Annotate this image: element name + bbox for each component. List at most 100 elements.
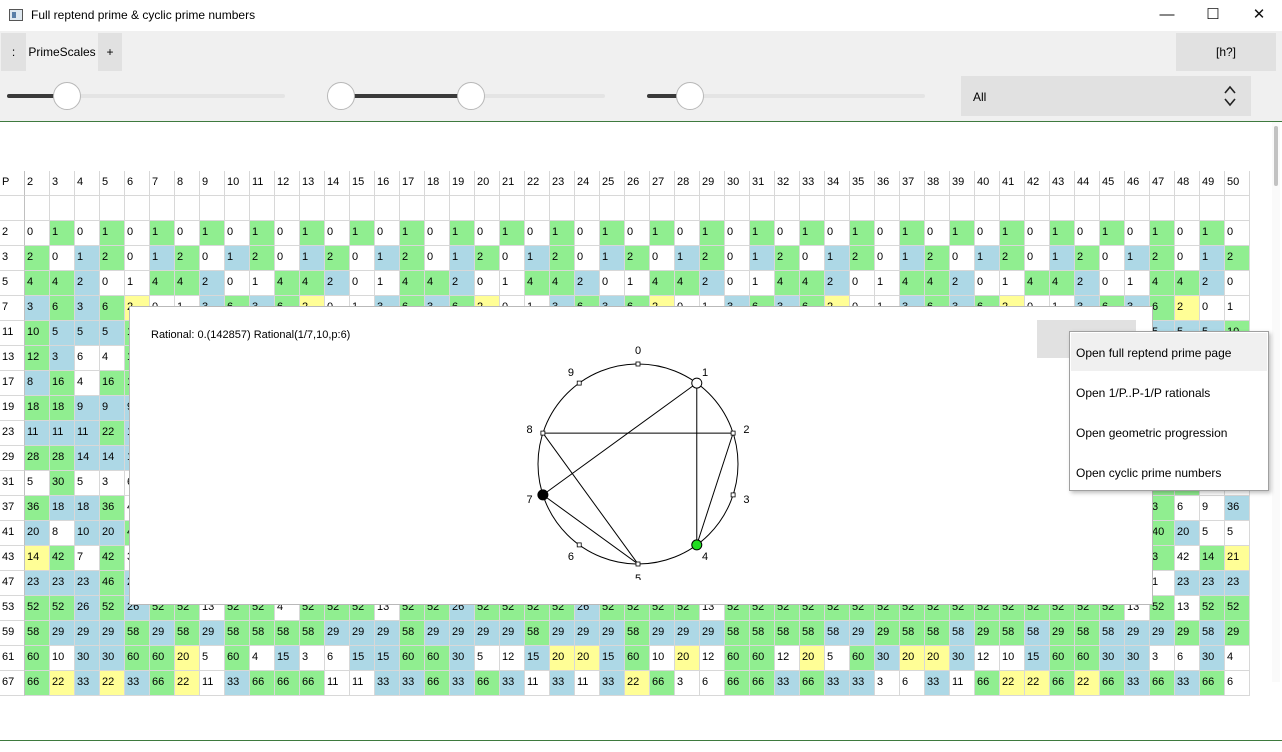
grid-header-base[interactable]: 6 <box>125 171 150 196</box>
grid-header-base[interactable]: 3 <box>50 171 75 196</box>
grid-cell[interactable]: 33 <box>500 671 525 696</box>
grid-cell[interactable]: 29 <box>1225 621 1250 646</box>
grid-separator-cell[interactable] <box>475 196 500 221</box>
grid-cell[interactable]: 18 <box>75 496 100 521</box>
grid-cell[interactable]: 66 <box>425 671 450 696</box>
grid-cell[interactable]: 1 <box>375 246 400 271</box>
grid-cell[interactable]: 20 <box>25 521 50 546</box>
grid-cell[interactable]: 20 <box>575 646 600 671</box>
grid-cell[interactable]: 29 <box>75 621 100 646</box>
grid-separator-cell[interactable] <box>1150 196 1175 221</box>
grid-cell[interactable]: 23 <box>1225 571 1250 596</box>
grid-cell[interactable]: 2 <box>250 246 275 271</box>
grid-cell[interactable]: 14 <box>1200 546 1225 571</box>
grid-cell[interactable]: 1 <box>450 221 475 246</box>
grid-cell[interactable]: 66 <box>1200 671 1225 696</box>
grid-separator-cell[interactable] <box>900 196 925 221</box>
grid-cell[interactable]: 20 <box>550 646 575 671</box>
grid-cell[interactable]: 2 <box>700 271 725 296</box>
add-tab-button[interactable]: + <box>98 33 122 71</box>
grid-cell[interactable]: 0 <box>200 246 225 271</box>
grid-cell[interactable]: 33 <box>125 671 150 696</box>
grid-cell[interactable]: 12 <box>25 346 50 371</box>
grid-cell[interactable]: 1 <box>500 271 525 296</box>
grid-header-base[interactable]: 44 <box>1075 171 1100 196</box>
slider-1-handle[interactable] <box>53 82 81 110</box>
grid-cell[interactable]: 20 <box>800 646 825 671</box>
grid-cell[interactable]: 0 <box>725 246 750 271</box>
grid-header-base[interactable]: 50 <box>1225 171 1250 196</box>
grid-cell[interactable]: 1 <box>400 221 425 246</box>
grid-cell[interactable]: 18 <box>50 396 75 421</box>
grid-separator-cell[interactable] <box>1075 196 1100 221</box>
grid-cell[interactable]: 6 <box>1175 496 1200 521</box>
grid-cell[interactable]: 0 <box>1100 271 1125 296</box>
grid-header-base[interactable]: 47 <box>1150 171 1175 196</box>
grid-cell[interactable]: 60 <box>150 646 175 671</box>
slider-2-low-handle[interactable] <box>327 82 355 110</box>
grid-cell[interactable]: 60 <box>225 646 250 671</box>
grid-cell[interactable]: 29 <box>50 621 75 646</box>
grid-separator-cell[interactable] <box>250 196 275 221</box>
grid-header-base[interactable]: 39 <box>950 171 975 196</box>
grid-cell[interactable]: 0 <box>500 246 525 271</box>
grid-cell[interactable]: 10 <box>25 321 50 346</box>
grid-cell[interactable]: 2 <box>925 246 950 271</box>
grid-cell[interactable]: 2 <box>1200 271 1225 296</box>
help-button[interactable]: [h?] <box>1176 33 1276 71</box>
grid-cell[interactable]: 0 <box>725 221 750 246</box>
grid-cell[interactable]: 0 <box>1125 221 1150 246</box>
grid-cell[interactable]: 2 <box>325 271 350 296</box>
filter-select[interactable]: All <box>961 76 1251 116</box>
grid-header-base[interactable]: 9 <box>200 171 225 196</box>
grid-cell[interactable]: 2 <box>1225 246 1250 271</box>
grid-cell[interactable]: 46 <box>100 571 125 596</box>
grid-header-base[interactable]: 40 <box>975 171 1000 196</box>
grid-separator-cell[interactable] <box>925 196 950 221</box>
grid-separator-cell[interactable] <box>750 196 775 221</box>
grid-separator-cell[interactable] <box>650 196 675 221</box>
grid-cell[interactable]: 0 <box>800 246 825 271</box>
grid-separator-cell[interactable] <box>275 196 300 221</box>
grid-cell[interactable]: 60 <box>1050 646 1075 671</box>
grid-cell[interactable]: 0 <box>725 271 750 296</box>
grid-header-base[interactable]: 28 <box>675 171 700 196</box>
grid-header-base[interactable]: 21 <box>500 171 525 196</box>
grid-cell[interactable]: 60 <box>725 646 750 671</box>
grid-cell[interactable]: 0 <box>875 221 900 246</box>
grid-cell[interactable]: 1 <box>1000 221 1025 246</box>
grid-header-base[interactable]: 43 <box>1050 171 1075 196</box>
grid-header-base[interactable]: 12 <box>275 171 300 196</box>
grid-cell[interactable]: 0 <box>975 271 1000 296</box>
grid-separator-cell[interactable] <box>800 196 825 221</box>
grid-header-base[interactable]: 7 <box>150 171 175 196</box>
grid-cell[interactable]: 1 <box>150 246 175 271</box>
grid-cell[interactable]: 0 <box>650 246 675 271</box>
grid-cell[interactable]: 0 <box>525 221 550 246</box>
grid-cell[interactable]: 60 <box>625 646 650 671</box>
grid-cell[interactable]: 60 <box>400 646 425 671</box>
grid-row-prime[interactable]: 13 <box>0 346 25 371</box>
grid-cell[interactable]: 0 <box>275 221 300 246</box>
grid-cell[interactable]: 5 <box>200 646 225 671</box>
grid-header-base[interactable]: 35 <box>850 171 875 196</box>
grid-cell[interactable]: 5 <box>25 471 50 496</box>
grid-cell[interactable]: 0 <box>350 246 375 271</box>
grid-header-base[interactable]: 36 <box>875 171 900 196</box>
grid-cell[interactable]: 42 <box>50 546 75 571</box>
grid-cell[interactable]: 23 <box>75 571 100 596</box>
grid-header-base[interactable]: 33 <box>800 171 825 196</box>
grid-cell[interactable]: 1 <box>1150 571 1175 596</box>
minimize-button[interactable]: — <box>1144 0 1190 31</box>
grid-cell[interactable]: 16 <box>100 371 125 396</box>
grid-cell[interactable]: 58 <box>225 621 250 646</box>
grid-cell[interactable]: 4 <box>75 371 100 396</box>
grid-cell[interactable]: 1 <box>600 246 625 271</box>
grid-separator-cell[interactable] <box>125 196 150 221</box>
grid-cell[interactable]: 0 <box>775 221 800 246</box>
grid-cell[interactable]: 4 <box>250 646 275 671</box>
vertical-scrollbar[interactable] <box>1272 122 1280 682</box>
grid-cell[interactable]: 29 <box>675 621 700 646</box>
grid-cell[interactable]: 10 <box>650 646 675 671</box>
grid-cell[interactable]: 8 <box>25 371 50 396</box>
